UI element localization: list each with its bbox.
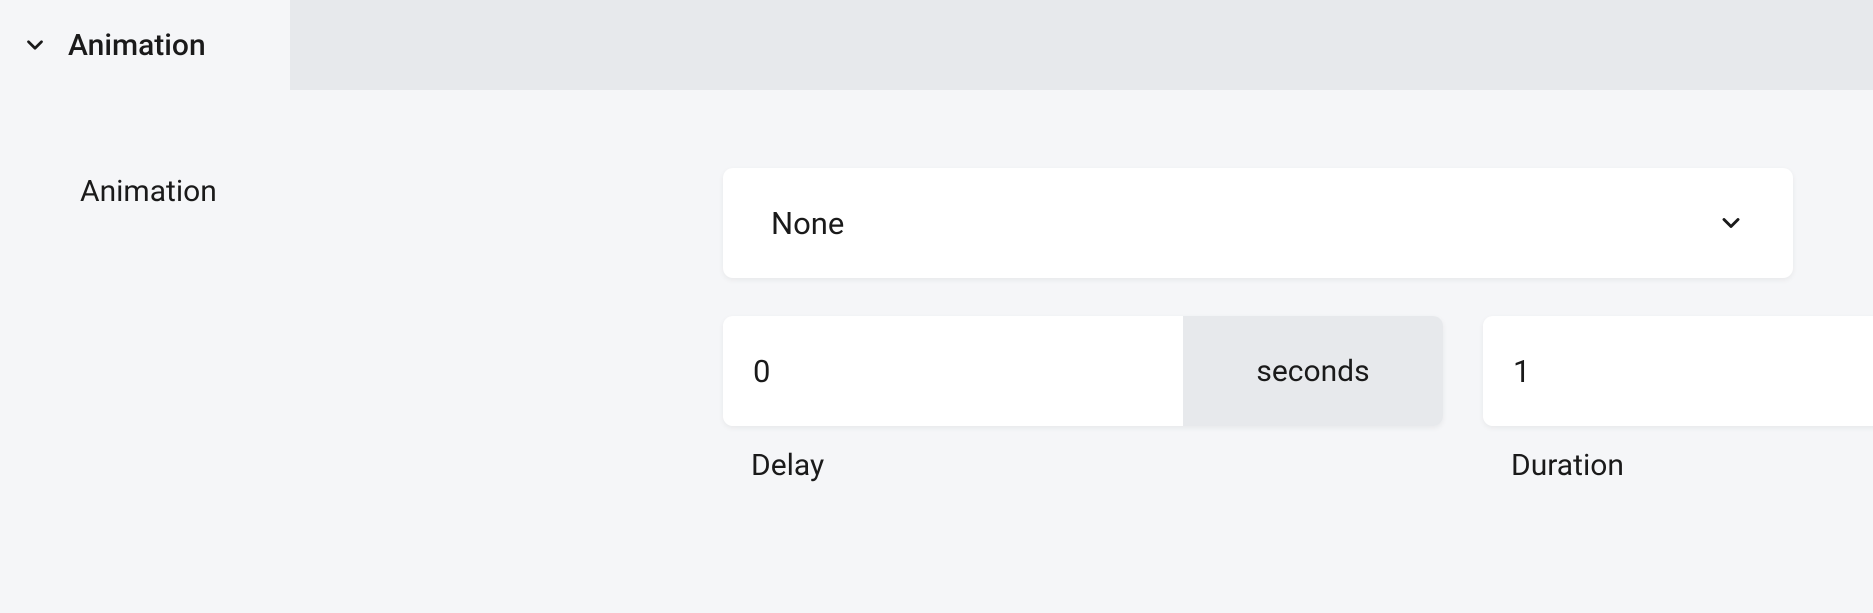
- animation-select-value: None: [771, 205, 844, 242]
- chevron-down-icon: [20, 30, 50, 60]
- timing-row: seconds Delay seconds Duration: [723, 316, 1793, 483]
- chevron-down-icon: [1717, 209, 1745, 237]
- duration-input[interactable]: [1483, 316, 1873, 426]
- header-bar: Animation: [0, 0, 1873, 90]
- duration-field-group: seconds Duration: [1483, 316, 1873, 483]
- delay-field-group: seconds Delay: [723, 316, 1443, 483]
- delay-label: Delay: [723, 448, 1443, 483]
- animation-select[interactable]: None: [723, 168, 1793, 278]
- duration-input-wrap: seconds: [1483, 316, 1873, 426]
- delay-input[interactable]: [723, 316, 1183, 426]
- header-spacer: [290, 0, 1873, 90]
- content-area: Animation None seconds Delay s: [0, 90, 1873, 483]
- delay-input-wrap: seconds: [723, 316, 1443, 426]
- tab-label: Animation: [68, 28, 206, 63]
- duration-label: Duration: [1483, 448, 1873, 483]
- tab-animation[interactable]: Animation: [0, 0, 290, 90]
- controls: None seconds Delay seconds Du: [723, 168, 1793, 483]
- delay-unit: seconds: [1183, 316, 1443, 426]
- section-label: Animation: [80, 168, 723, 209]
